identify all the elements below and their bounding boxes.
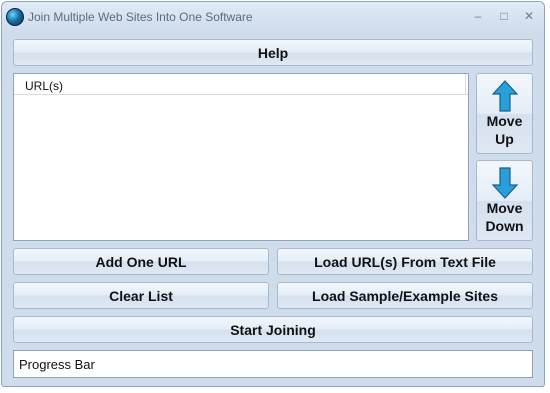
help-button[interactable]: Help xyxy=(13,39,533,66)
arrow-up-icon xyxy=(491,79,518,112)
move-down-button[interactable]: Move Down xyxy=(476,160,533,241)
move-up-label-1: Move xyxy=(486,112,523,129)
arrow-down-icon xyxy=(491,166,518,199)
minimize-button[interactable]: – xyxy=(470,9,486,23)
progress-label: Progress Bar xyxy=(19,357,95,372)
move-up-label-2: Up xyxy=(495,130,514,147)
url-list[interactable]: URL(s) xyxy=(13,73,469,241)
globe-icon xyxy=(6,8,24,26)
clear-list-button[interactable]: Clear List xyxy=(13,282,269,309)
start-joining-button[interactable]: Start Joining xyxy=(13,316,533,343)
close-button[interactable]: ✕ xyxy=(521,9,537,23)
maximize-button[interactable]: □ xyxy=(496,9,512,23)
move-up-button[interactable]: Move Up xyxy=(476,73,533,154)
column-header-urls[interactable]: URL(s) xyxy=(14,74,466,94)
window-title: Join Multiple Web Sites Into One Softwar… xyxy=(28,10,253,24)
progress-bar: Progress Bar xyxy=(13,350,533,378)
list-header: URL(s) xyxy=(14,74,468,95)
load-urls-from-text-file-button[interactable]: Load URL(s) From Text File xyxy=(277,248,533,275)
main-window: Join Multiple Web Sites Into One Softwar… xyxy=(1,1,545,387)
move-down-label-2: Down xyxy=(485,217,524,234)
move-down-label-1: Move xyxy=(486,199,523,216)
title-bar[interactable]: Join Multiple Web Sites Into One Softwar… xyxy=(2,2,544,32)
load-sample-sites-button[interactable]: Load Sample/Example Sites xyxy=(277,282,533,309)
add-one-url-button[interactable]: Add One URL xyxy=(13,248,269,275)
